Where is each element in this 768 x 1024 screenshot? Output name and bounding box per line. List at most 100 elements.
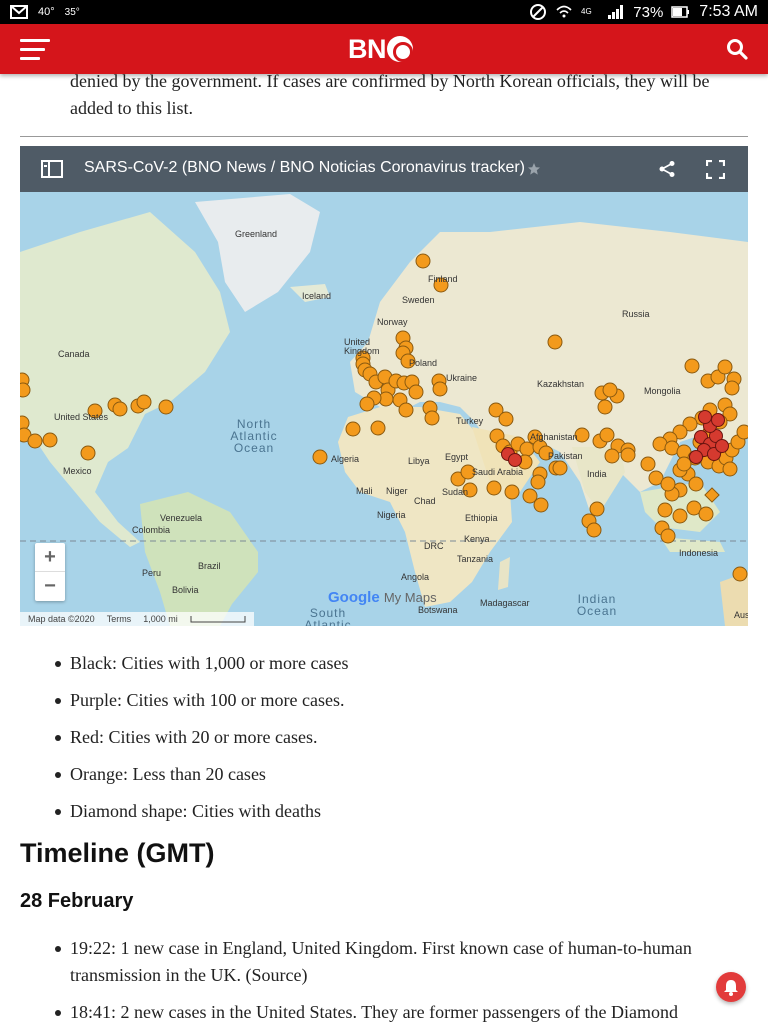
case-marker[interactable] — [498, 411, 514, 427]
label-venezuela: Venezuela — [160, 513, 203, 523]
case-marker[interactable] — [589, 501, 605, 517]
case-marker[interactable] — [715, 439, 729, 453]
case-marker[interactable] — [508, 453, 522, 467]
case-marker[interactable] — [672, 508, 688, 524]
case-marker[interactable] — [112, 401, 128, 417]
coronavirus-map[interactable]: SARS-CoV-2 (BNO News / BNO Noticias Coro… — [20, 146, 748, 626]
case-marker[interactable] — [676, 456, 692, 472]
label-chad: Chad — [414, 496, 436, 506]
label-saudi-arabia: Saudi Arabia — [472, 467, 524, 477]
case-marker[interactable] — [597, 399, 613, 415]
case-marker[interactable] — [722, 461, 738, 477]
zoom-out-button[interactable]: − — [35, 572, 65, 601]
label-egypt: Egypt — [445, 452, 469, 462]
share-icon[interactable] — [658, 160, 676, 178]
case-marker[interactable] — [599, 427, 615, 443]
case-marker[interactable] — [688, 476, 704, 492]
label-australia: Aus — [734, 610, 748, 620]
search-icon[interactable] — [726, 38, 748, 60]
case-marker[interactable] — [547, 334, 563, 350]
case-marker[interactable] — [604, 448, 620, 464]
do-not-disturb-icon — [530, 4, 547, 20]
case-marker[interactable] — [408, 384, 424, 400]
world-map[interactable] — [20, 192, 748, 626]
timeline-entry: 19:22: 1 new case in England, United Kin… — [48, 935, 748, 989]
case-marker[interactable] — [80, 445, 96, 461]
label-algeria: Algeria — [331, 454, 360, 464]
case-marker[interactable] — [698, 506, 714, 522]
label-south-atlantic-ocean: South Atlantic — [304, 606, 352, 626]
case-marker[interactable] — [657, 502, 673, 518]
legend-item: Red: Cities with 20 or more cases. — [48, 724, 748, 751]
clock: 7:53 AM — [699, 3, 758, 20]
notification-bell-button[interactable] — [716, 972, 746, 1002]
label-finland: Finland — [428, 274, 458, 284]
map-attribution: Map data ©2020 Terms 1,000 mi — [20, 612, 254, 626]
case-marker[interactable] — [20, 382, 31, 398]
case-marker[interactable] — [530, 474, 546, 490]
case-marker[interactable] — [432, 381, 448, 397]
case-marker[interactable] — [42, 432, 58, 448]
case-marker[interactable] — [640, 456, 656, 472]
status-bar: 40° 35° 4G 73% 7:53 AM — [0, 0, 768, 24]
case-marker[interactable] — [359, 396, 375, 412]
label-madagascar: Madagascar — [480, 598, 530, 608]
case-marker[interactable] — [27, 433, 43, 449]
label-russia: Russia — [622, 309, 650, 319]
label-mexico: Mexico — [63, 466, 92, 476]
case-marker[interactable] — [533, 497, 549, 513]
case-marker[interactable] — [711, 413, 725, 427]
battery-icon — [671, 6, 690, 18]
case-marker[interactable] — [602, 382, 618, 398]
case-marker[interactable] — [158, 399, 174, 415]
label-turkey: Turkey — [456, 416, 484, 426]
timeline-list: 19:22: 1 new case in England, United Kin… — [48, 935, 748, 1024]
case-marker[interactable] — [424, 410, 440, 426]
bell-icon — [724, 980, 738, 996]
label-afghanistan: Afghanistan — [530, 432, 578, 442]
case-marker[interactable] — [370, 420, 386, 436]
case-marker[interactable] — [732, 566, 748, 582]
terms-link[interactable]: Terms — [107, 614, 132, 624]
fullscreen-icon[interactable] — [706, 160, 725, 179]
case-marker[interactable] — [684, 358, 700, 374]
legend-item: Purple: Cities with 100 or more cases. — [48, 687, 748, 714]
article-paragraph: denied by the government. If cases are c… — [70, 71, 710, 118]
case-marker[interactable] — [312, 449, 328, 465]
logo-text: BN — [348, 33, 387, 64]
bno-logo[interactable]: BN — [348, 33, 413, 64]
label-kenya: Kenya — [464, 534, 490, 544]
case-marker[interactable] — [689, 450, 703, 464]
case-marker[interactable] — [620, 447, 636, 463]
case-marker[interactable] — [660, 476, 676, 492]
zoom-controls: + − — [35, 543, 65, 601]
label-libya: Libya — [408, 456, 430, 466]
case-marker[interactable] — [586, 522, 602, 538]
menu-icon[interactable] — [20, 39, 50, 61]
legend-item: Orange: Less than 20 cases — [48, 761, 748, 788]
case-marker[interactable] — [717, 359, 733, 375]
case-marker[interactable] — [519, 441, 535, 457]
label-sweden: Sweden — [402, 295, 435, 305]
label-ethiopia: Ethiopia — [465, 513, 498, 523]
zoom-in-button[interactable]: + — [35, 543, 65, 572]
weather-high: 40° — [38, 6, 55, 18]
star-icon[interactable] — [527, 162, 541, 176]
my-maps-wordmark: My Maps — [383, 590, 437, 605]
case-marker[interactable] — [136, 394, 152, 410]
label-indonesia: Indonesia — [679, 548, 719, 558]
case-marker[interactable] — [486, 480, 502, 496]
svg-text:4G: 4G — [581, 7, 592, 16]
case-marker[interactable] — [698, 410, 712, 424]
case-marker[interactable] — [504, 484, 520, 500]
case-marker[interactable] — [345, 421, 361, 437]
case-marker[interactable] — [736, 424, 748, 440]
scale-label: 1,000 mi — [143, 614, 178, 624]
case-marker[interactable] — [724, 380, 740, 396]
case-marker[interactable] — [660, 528, 676, 544]
case-marker[interactable] — [415, 253, 431, 269]
case-marker[interactable] — [398, 402, 414, 418]
case-marker[interactable] — [552, 460, 568, 476]
map-legend-icon[interactable] — [41, 160, 63, 178]
label-mali: Mali — [356, 486, 373, 496]
